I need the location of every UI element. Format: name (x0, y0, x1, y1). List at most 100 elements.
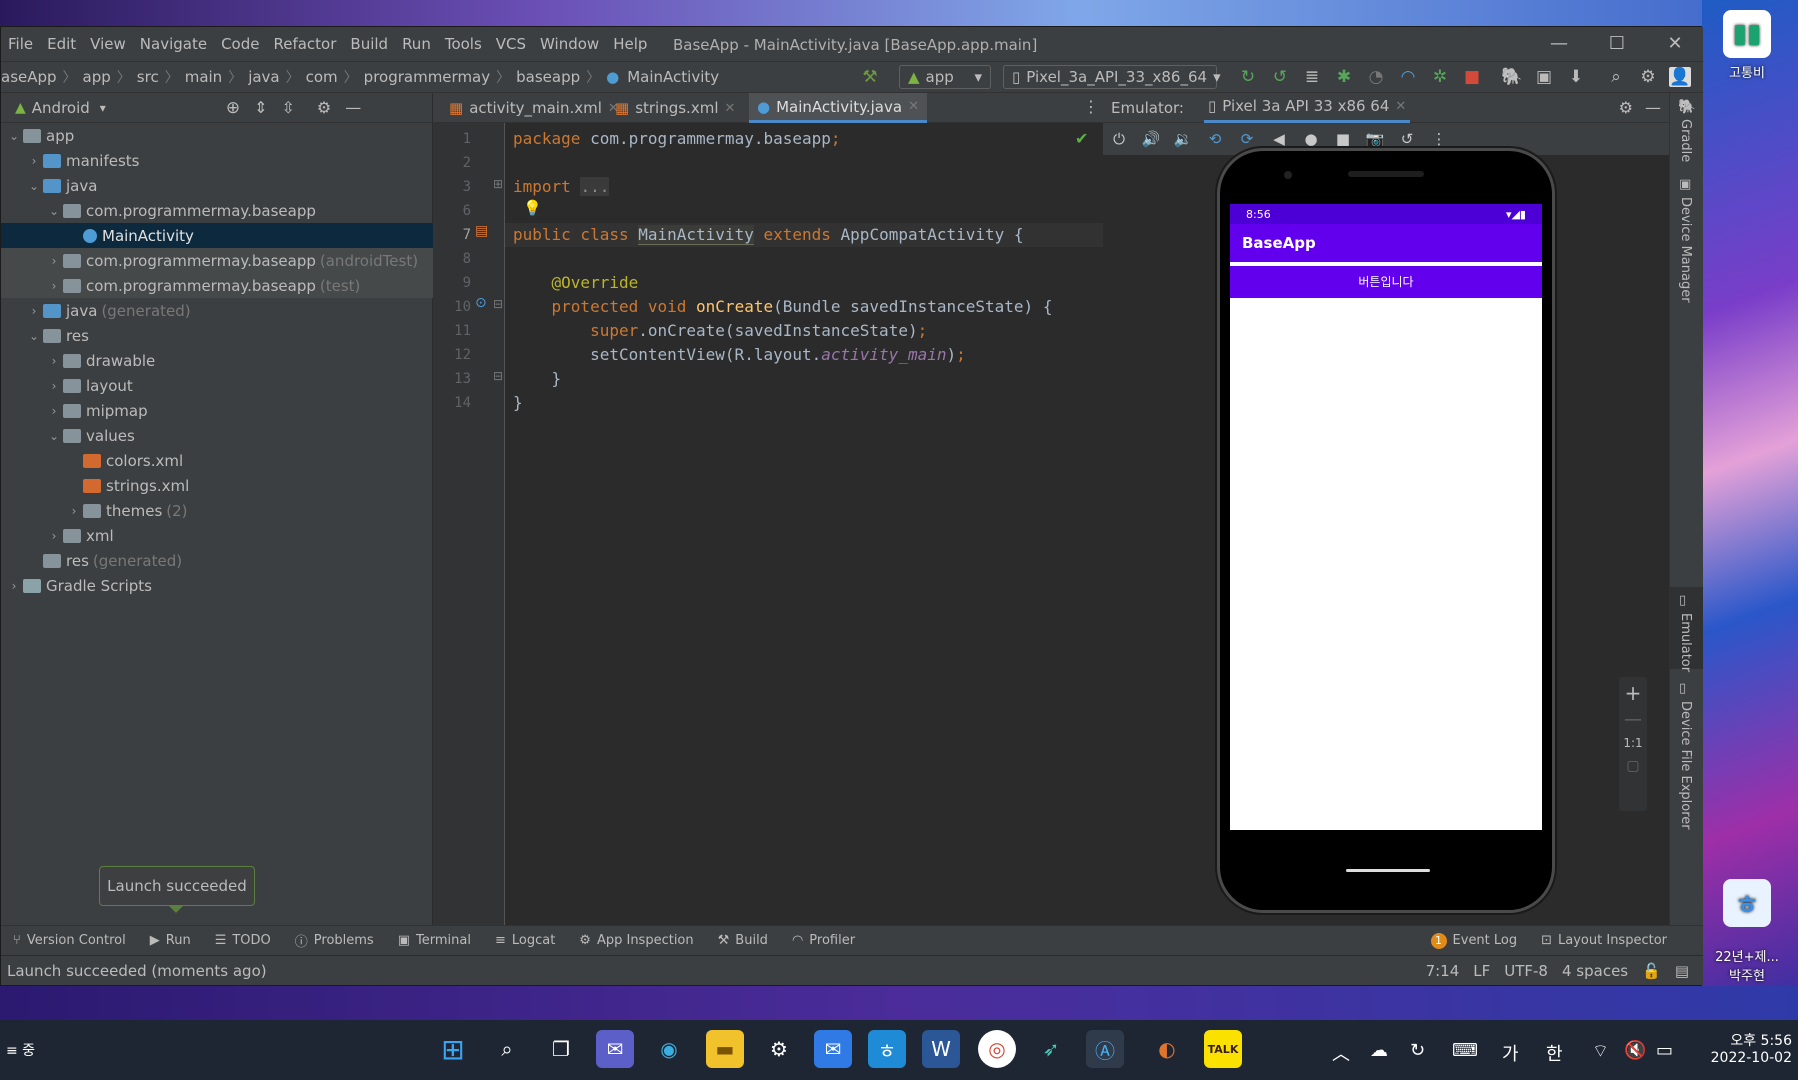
tree-item[interactable]: › java (generated) (1, 298, 433, 323)
rerun-icon[interactable]: ↻ (1237, 67, 1259, 87)
app-main-button[interactable]: 버튼입니다 (1230, 266, 1542, 298)
menu-help[interactable]: Help (606, 35, 654, 53)
file-explorer-icon[interactable]: ▬ (706, 1030, 744, 1068)
settings-gear-icon[interactable]: ⚙ (317, 98, 331, 117)
task-view-icon[interactable]: ❐ (542, 1030, 580, 1068)
event-log-tool[interactable]: 1 Event Log (1419, 932, 1530, 949)
override-gutter-icon[interactable]: ⊙ (475, 295, 487, 311)
crumb-main[interactable]: main (181, 68, 226, 86)
activity-gutter-icon[interactable]: ▤ (475, 223, 488, 239)
stop-icon[interactable]: ■ (1461, 67, 1483, 87)
menu-file[interactable]: File (1, 35, 40, 53)
desktop-icon-hwp[interactable]: ㅎ 22년+제... 박주현 (1708, 864, 1786, 999)
power-icon[interactable]: ⏻ (1103, 130, 1135, 148)
rotate-left-icon[interactable]: ⟲ (1199, 130, 1231, 148)
settings-gear-icon[interactable]: ⚙ (760, 1030, 798, 1068)
more-tabs-icon[interactable]: ⋮ (1083, 97, 1099, 116)
crumb-project[interactable]: aseApp (1, 68, 61, 86)
hide-panel-icon[interactable]: — (345, 98, 361, 117)
cloud-icon[interactable]: ☁ (1370, 1040, 1388, 1061)
project-view-selector[interactable]: Android (32, 99, 90, 117)
launch-toast[interactable]: Launch succeeded (99, 866, 255, 913)
fold-icon[interactable]: ⊟ (493, 297, 503, 311)
chevron-right-icon[interactable]: › (45, 279, 63, 293)
tree-item[interactable]: › xml (1, 523, 433, 548)
status-message[interactable]: Launch succeeded (moments ago) (7, 962, 267, 980)
tree-item[interactable]: ⌄ java (1, 173, 433, 198)
line-separator[interactable]: LF (1473, 962, 1490, 980)
terminal-tool[interactable]: ▣ Terminal (386, 933, 483, 948)
logcat-tool[interactable]: ≡ Logcat (483, 933, 567, 948)
phone-screen[interactable]: 8:56 ▾◢▮ BaseApp 버튼입니다 (1230, 204, 1542, 830)
chevron-right-icon[interactable]: › (25, 304, 43, 318)
ime-mode[interactable]: 가 (1502, 1040, 1519, 1066)
tree-item[interactable]: › manifests (1, 148, 433, 173)
overview-icon[interactable]: ■ (1327, 130, 1359, 148)
menu-refactor[interactable]: Refactor (266, 35, 343, 53)
chevron-right-icon[interactable]: › (45, 354, 63, 368)
version-control-tool[interactable]: ⑂ Version Control (1, 933, 138, 948)
coverage-icon[interactable]: ≣ (1301, 67, 1323, 87)
word-icon[interactable]: W (922, 1030, 960, 1068)
menu-window[interactable]: Window (533, 35, 606, 53)
rotate-right-icon[interactable]: ⟳ (1231, 130, 1263, 148)
tree-item[interactable]: ⌄ app (1, 123, 433, 148)
hammer-icon[interactable]: ⚒ (859, 67, 881, 87)
snapshot-icon[interactable]: ↺ (1391, 130, 1423, 148)
build-tool[interactable]: ⚒ Build (706, 933, 780, 948)
chevron-down-icon[interactable]: ⌄ (45, 429, 63, 443)
menu-build[interactable]: Build (343, 35, 395, 53)
ime-hangul[interactable]: 한 (1546, 1040, 1563, 1066)
home-icon[interactable]: ● (1295, 130, 1327, 148)
menu-run[interactable]: Run (395, 35, 438, 53)
close-icon[interactable]: ✕ (908, 99, 919, 114)
debug-attach-icon[interactable]: ✲ (1429, 67, 1451, 87)
menu-view[interactable]: View (83, 35, 133, 53)
fold-icon[interactable]: ⊞ (493, 177, 503, 191)
account-icon[interactable]: 👤 (1669, 67, 1691, 87)
hwp-taskbar-icon[interactable]: ㅎ (868, 1030, 906, 1068)
chevron-right-icon[interactable]: › (45, 254, 63, 268)
emulator-device-tab[interactable]: ▯ Pixel 3a API 33 x86 64 ✕ (1203, 93, 1411, 123)
maximize-button[interactable]: ☐ (1589, 31, 1645, 57)
search-icon[interactable]: ⌕ (1605, 67, 1627, 87)
chevron-down-icon[interactable]: ⌄ (45, 204, 63, 218)
collapse-all-icon[interactable]: ⇳ (281, 98, 294, 117)
crumb-mainactivity[interactable]: MainActivity (623, 68, 723, 86)
chevron-right-icon[interactable]: › (5, 579, 23, 593)
volume-down-icon[interactable]: 🔉 (1167, 130, 1199, 148)
chevron-right-icon[interactable]: › (65, 504, 83, 518)
file-encoding[interactable]: UTF-8 (1504, 962, 1548, 980)
battery-icon[interactable]: ▭ (1656, 1040, 1673, 1061)
layout-inspector-tool[interactable]: ⊡ Layout Inspector (1529, 933, 1679, 948)
minimize-button[interactable]: — (1531, 31, 1587, 57)
clock[interactable]: 오후 5:56 2022-10-02 (1696, 1030, 1792, 1066)
crumb-baseapp[interactable]: baseapp (512, 68, 584, 86)
profile-icon[interactable]: ◠ (1397, 67, 1419, 87)
expand-all-icon[interactable]: ⇕ (254, 98, 267, 117)
menu-navigate[interactable]: Navigate (133, 35, 214, 53)
no-problems-check-icon[interactable]: ✔ (1075, 129, 1088, 148)
caret-position[interactable]: 7:14 (1426, 962, 1460, 980)
debug-icon[interactable]: ✱ (1333, 67, 1355, 87)
tab-activity-main-xml[interactable]: ▦ activity_main.xml ✕ (441, 93, 627, 123)
chevron-down-icon[interactable]: ⌄ (25, 179, 43, 193)
close-button[interactable]: ✕ (1647, 31, 1703, 57)
lightbulb-icon[interactable]: 💡 (523, 199, 542, 217)
sync-icon[interactable]: ↻ (1410, 1040, 1425, 1061)
tree-item[interactable]: › Gradle Scripts (1, 573, 433, 598)
indent-setting[interactable]: 4 spaces (1562, 962, 1628, 980)
mail-icon[interactable]: ✉ (814, 1030, 852, 1068)
crumb-src[interactable]: src (133, 68, 163, 86)
apply-changes-icon[interactable]: ↺ (1269, 67, 1291, 87)
tree-item[interactable]: › com.programmermay.baseapp (androidTest) (1, 248, 433, 273)
zoom-actual-size-button[interactable]: 1:1 (1619, 736, 1647, 750)
tree-item[interactable]: › layout (1, 373, 433, 398)
menu-code[interactable]: Code (214, 35, 266, 53)
crumb-programmermay[interactable]: programmermay (360, 68, 494, 86)
kakaotalk-icon[interactable]: TALK (1204, 1030, 1242, 1068)
attach-debugger-icon[interactable]: ◔ (1365, 67, 1387, 87)
tree-item[interactable]: › themes (2) (1, 498, 433, 523)
device-file-explorer-tool-button[interactable]: Device File Explorer (1678, 701, 1693, 830)
menu-tools[interactable]: Tools (438, 35, 489, 53)
